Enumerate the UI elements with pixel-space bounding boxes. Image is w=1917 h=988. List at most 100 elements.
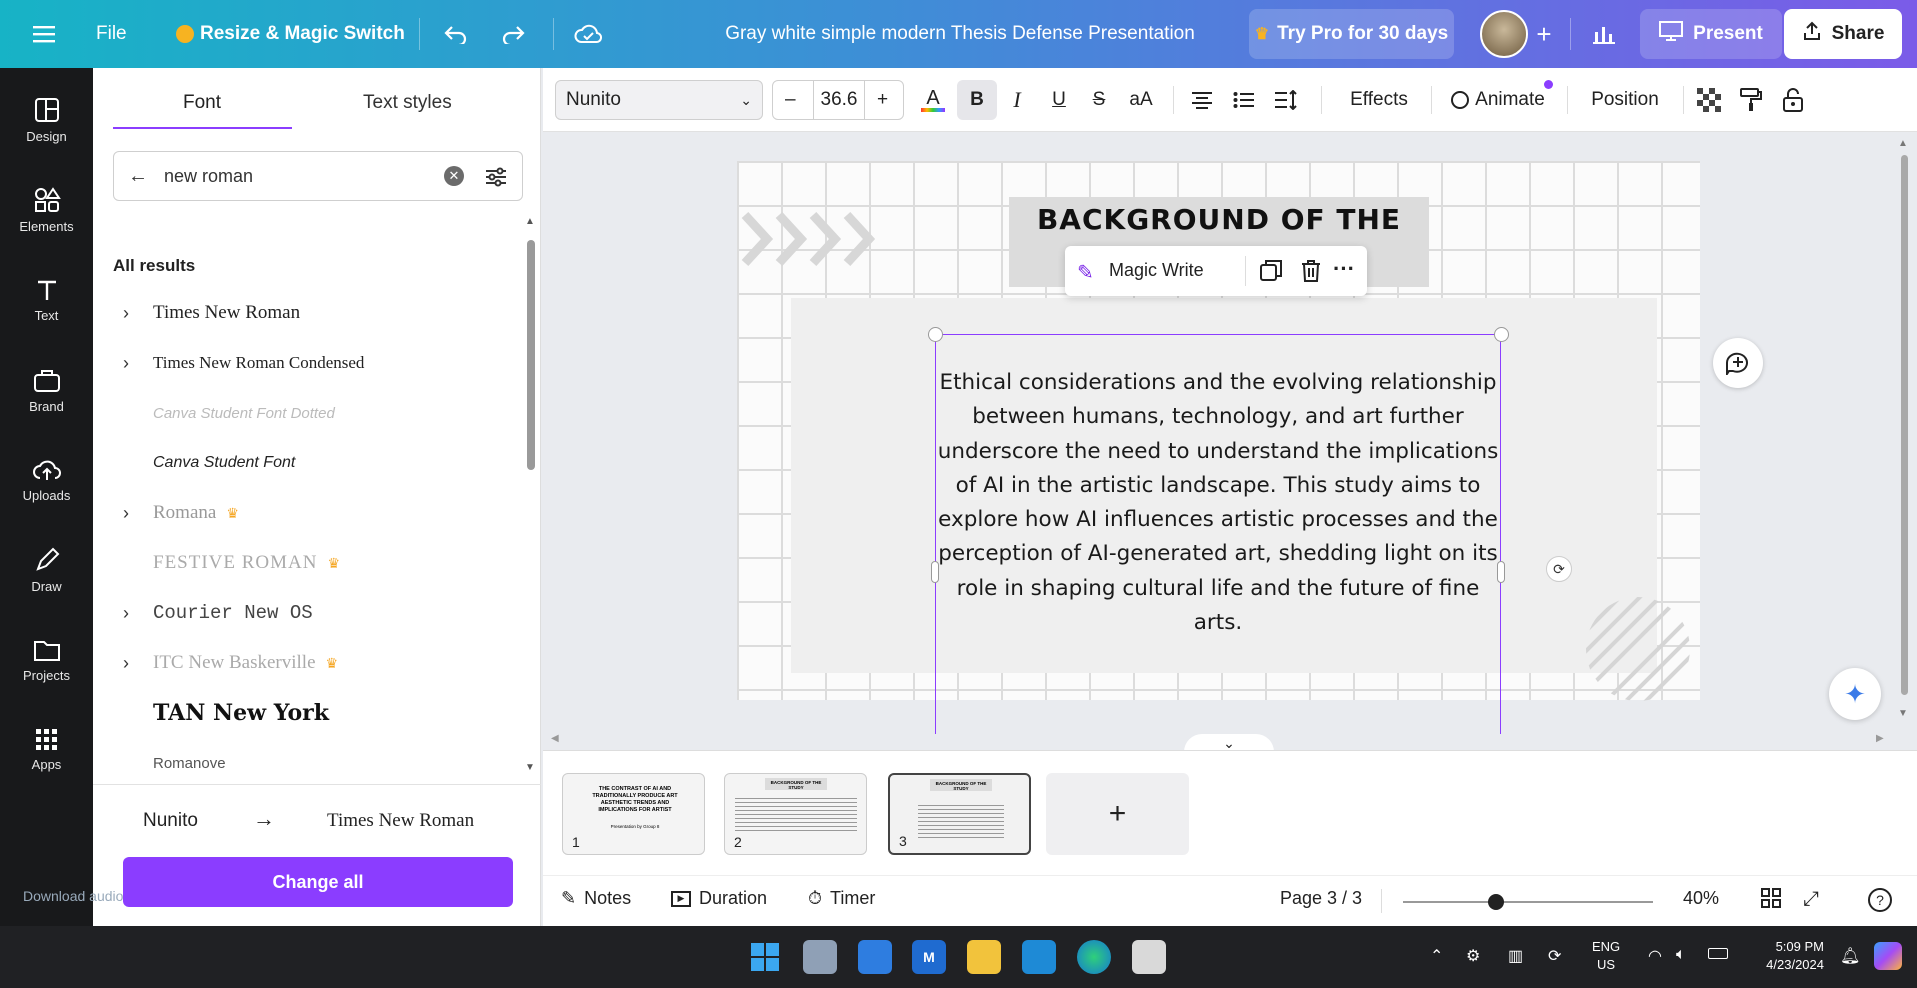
font-option[interactable]: › Romana ♛ xyxy=(93,490,513,536)
canvas-scroll-up-icon[interactable]: ▲ xyxy=(1898,138,1908,149)
tray-settings-icon[interactable]: ⚙ xyxy=(1466,946,1480,966)
tray-app-icon[interactable]: ▥ xyxy=(1508,946,1523,966)
rail-item-uploads[interactable]: Uploads xyxy=(0,440,93,520)
scrollbar-thumb[interactable] xyxy=(527,240,535,470)
add-collaborator-icon[interactable]: + xyxy=(1528,18,1560,50)
snipping-tool-icon[interactable] xyxy=(1132,940,1166,974)
edge-icon[interactable] xyxy=(1077,940,1111,974)
page-thumbnail-3[interactable]: BACKGROUND OF THE STUDY 3 xyxy=(888,773,1031,855)
text-color-button[interactable]: A xyxy=(915,80,951,120)
file-explorer-icon[interactable] xyxy=(967,940,1001,974)
more-options-icon[interactable]: ··· xyxy=(1333,256,1355,282)
page-thumbnail-1[interactable]: THE CONTRAST OF AI AND TRADITIONALLY PRO… xyxy=(562,773,705,855)
clear-icon[interactable]: ✕ xyxy=(444,166,464,186)
canvas-scrollbar-thumb[interactable] xyxy=(1901,155,1908,695)
transparency-icon[interactable] xyxy=(1691,80,1727,120)
resize-handle[interactable] xyxy=(1494,327,1509,342)
font-option[interactable]: Canva Student Font Dotted xyxy=(93,390,513,436)
font-option[interactable]: › Times New Roman xyxy=(93,290,513,336)
underline-button[interactable]: U xyxy=(1041,80,1077,120)
font-option[interactable]: TAN New York xyxy=(93,690,513,736)
wifi-icon[interactable]: ◠ xyxy=(1648,946,1662,966)
clock[interactable]: 5:09 PM 4/23/2024 xyxy=(1738,938,1824,974)
chevron-right-icon[interactable]: › xyxy=(123,353,129,374)
font-option[interactable]: Romanove xyxy=(93,740,513,786)
menu-icon[interactable] xyxy=(28,18,60,50)
notes-button[interactable]: ✎ Notes xyxy=(561,888,631,909)
chevron-right-icon[interactable]: › xyxy=(123,303,129,324)
avatar[interactable] xyxy=(1480,10,1528,58)
copilot-icon[interactable] xyxy=(1874,942,1902,970)
resize-magic-switch-button[interactable]: Resize & Magic Switch xyxy=(176,18,405,50)
slide-canvas[interactable]: BACKGROUND OF THE Ethical considerations… xyxy=(737,161,1700,734)
rail-item-projects[interactable]: Projects xyxy=(0,620,93,700)
scroll-down-icon[interactable]: ▼ xyxy=(525,762,535,773)
try-pro-button[interactable]: ♛ Try Pro for 30 days xyxy=(1249,9,1454,59)
rotate-handle-icon[interactable]: ⟳ xyxy=(1546,556,1572,582)
change-all-button[interactable]: Change all xyxy=(123,857,513,907)
duplicate-icon[interactable] xyxy=(1259,259,1283,283)
add-page-button[interactable]: + xyxy=(1046,773,1189,855)
effects-button[interactable]: Effects xyxy=(1335,80,1423,120)
fullscreen-icon[interactable]: ⤢ xyxy=(1803,888,1819,911)
rail-item-apps[interactable]: Apps xyxy=(0,710,93,790)
notification-bell-icon[interactable]: 🔔︎ xyxy=(1840,946,1860,966)
back-arrow-icon[interactable]: ← xyxy=(128,165,148,188)
add-comment-button[interactable] xyxy=(1713,338,1763,388)
increase-size-button[interactable]: + xyxy=(877,89,888,111)
task-view-icon[interactable] xyxy=(803,940,837,974)
font-option[interactable]: › ITC New Baskerville ♛ xyxy=(93,640,513,686)
insights-icon[interactable] xyxy=(1588,18,1620,50)
rail-item-elements[interactable]: Elements xyxy=(0,170,93,250)
volume-icon[interactable]: 🔈︎ xyxy=(1676,946,1686,964)
rail-item-design[interactable]: Design xyxy=(0,80,93,160)
canvas-scroll-right-icon[interactable]: ▶ xyxy=(1876,733,1884,744)
bold-button[interactable]: B xyxy=(957,80,997,120)
spacing-icon[interactable] xyxy=(1268,80,1304,120)
position-button[interactable]: Position xyxy=(1579,80,1671,120)
start-icon[interactable] xyxy=(748,940,782,974)
italic-button[interactable]: I xyxy=(999,80,1035,120)
font-size-input[interactable]: 36.6 xyxy=(813,81,865,119)
file-menu[interactable]: File xyxy=(96,18,127,50)
paint-roller-icon[interactable] xyxy=(1733,80,1769,120)
zoom-value[interactable]: 40% xyxy=(1683,888,1719,909)
tray-sync-icon[interactable]: ⟳ xyxy=(1548,946,1561,966)
vscode-icon[interactable] xyxy=(1022,940,1056,974)
font-search-box[interactable]: ← new roman ✕ xyxy=(113,151,523,201)
animate-button[interactable]: Animate xyxy=(1443,80,1553,120)
chevron-right-icon[interactable]: › xyxy=(123,503,129,524)
slide-body-text[interactable]: Ethical considerations and the evolving … xyxy=(937,366,1499,640)
font-size-stepper[interactable]: – 36.6 + xyxy=(772,80,904,120)
magic-write-button[interactable]: Magic Write xyxy=(1109,260,1204,281)
undo-icon[interactable] xyxy=(440,18,472,50)
rail-item-draw[interactable]: Draw xyxy=(0,530,93,610)
help-icon[interactable]: ? xyxy=(1868,888,1892,912)
delete-icon[interactable] xyxy=(1301,259,1321,283)
list-icon[interactable] xyxy=(1226,80,1262,120)
strikethrough-button[interactable]: S xyxy=(1081,80,1117,120)
font-option[interactable]: Canva Student Font xyxy=(93,440,513,486)
lock-icon[interactable] xyxy=(1775,80,1811,120)
chevron-right-icon[interactable]: › xyxy=(123,603,129,624)
slide-heading[interactable]: BACKGROUND OF THE xyxy=(1009,203,1429,236)
canvas-scroll-left-icon[interactable]: ◀ xyxy=(551,733,559,744)
font-option[interactable]: FESTIVE ROMAN ♛ xyxy=(93,540,513,586)
redo-icon[interactable] xyxy=(497,18,529,50)
resize-handle[interactable] xyxy=(928,327,943,342)
rail-item-brand[interactable]: Brand xyxy=(0,350,93,430)
language-indicator[interactable]: ENG US xyxy=(1592,938,1620,974)
tab-font[interactable]: Font xyxy=(183,92,221,114)
grid-view-icon[interactable] xyxy=(1761,888,1781,908)
timer-button[interactable]: ⏱ Timer xyxy=(808,888,875,909)
decrease-size-button[interactable]: – xyxy=(785,89,796,111)
chevron-right-icon[interactable]: › xyxy=(123,653,129,674)
zoom-slider[interactable] xyxy=(1403,901,1653,903)
share-button[interactable]: Share xyxy=(1784,9,1902,59)
align-center-icon[interactable] xyxy=(1184,80,1220,120)
scroll-up-icon[interactable]: ▲ xyxy=(525,216,535,227)
filter-icon[interactable] xyxy=(484,165,508,189)
zoom-slider-handle[interactable] xyxy=(1488,894,1504,910)
magic-assistant-icon[interactable]: ✦ xyxy=(1829,668,1881,720)
search-input[interactable]: new roman xyxy=(164,166,253,187)
